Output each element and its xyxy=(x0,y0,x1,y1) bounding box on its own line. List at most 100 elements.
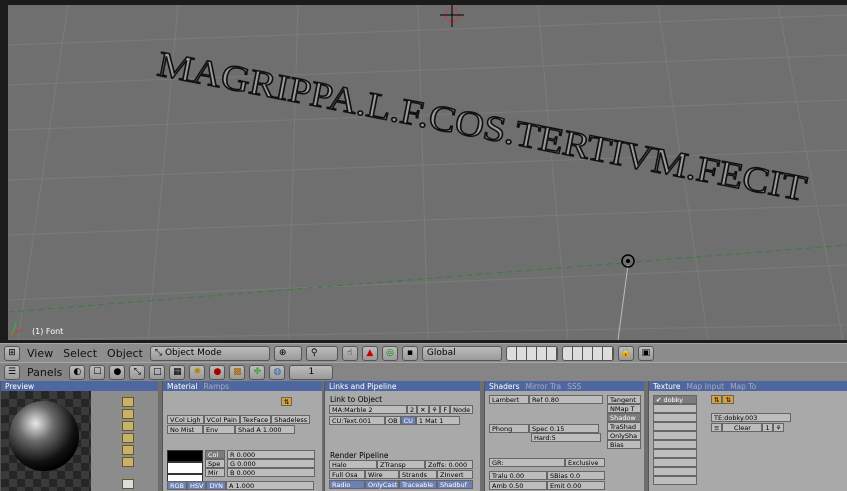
orientation-select[interactable]: Global xyxy=(421,345,502,361)
mir-button[interactable]: Mir xyxy=(205,468,225,477)
onlysha-toggle[interactable]: OnlySha xyxy=(607,431,641,440)
scale-icon[interactable]: ▪ xyxy=(401,345,418,361)
preview-sky-icon[interactable] xyxy=(122,457,134,467)
radio-shading-icon[interactable]: ✤ xyxy=(249,364,266,380)
fake-user-button[interactable]: F xyxy=(440,405,451,414)
shadbuf-toggle[interactable]: Shadbuf xyxy=(437,480,473,489)
3d-viewport[interactable]: MAGRIPPA.L.F.COS.TERTIVM.FECIT (1) Font xyxy=(8,5,847,340)
object-icon[interactable]: ⤡ xyxy=(129,364,146,380)
col-swatch[interactable] xyxy=(167,450,203,462)
ztransp-toggle[interactable]: ZTransp xyxy=(377,460,425,469)
map-input-tab[interactable]: Map Input xyxy=(686,382,724,391)
no-mist-toggle[interactable]: No Mist xyxy=(167,425,203,434)
sbias-slider[interactable]: SBias 0.0 xyxy=(547,471,605,480)
layers-a[interactable] xyxy=(505,345,558,361)
nmap-toggle[interactable]: NMap T xyxy=(607,404,641,413)
wire-toggle[interactable]: Wire xyxy=(365,470,399,479)
browse-texture-icon[interactable]: ≡ xyxy=(711,423,723,432)
sss-tab[interactable]: SSS xyxy=(567,382,581,391)
mirror-transp-tab[interactable]: Mirror Tra xyxy=(525,382,561,391)
mode-select[interactable]: ⤡ Object Mode xyxy=(149,345,270,361)
arrow-up-down-icon[interactable]: ⇅ xyxy=(281,397,293,406)
node-button[interactable]: Node xyxy=(450,405,474,414)
text-object[interactable]: MAGRIPPA.L.F.COS.TERTIVM.FECIT xyxy=(8,5,847,340)
preview-refresh-icon[interactable] xyxy=(122,479,134,489)
translate-icon[interactable]: ▲ xyxy=(361,345,378,361)
spec-slider[interactable]: Spec 0.15 xyxy=(529,424,599,433)
texture-tab[interactable]: Texture xyxy=(653,382,680,391)
texture-slot-2[interactable] xyxy=(653,404,697,413)
specular-shader-select[interactable]: Phong xyxy=(489,424,529,433)
panels-menu[interactable]: Panels xyxy=(24,366,65,379)
subcontext-number[interactable]: 1 xyxy=(289,364,334,380)
preview-sphere-icon[interactable] xyxy=(122,409,134,419)
copy-up-icon[interactable]: ⇅ xyxy=(711,395,723,404)
ref-slider[interactable]: Ref 0.80 xyxy=(529,395,603,404)
layers-b[interactable] xyxy=(561,345,614,361)
script-icon[interactable]: ☐ xyxy=(89,364,106,380)
menu-view[interactable]: View xyxy=(24,347,56,360)
exclusive-toggle[interactable]: Exclusive xyxy=(565,458,605,467)
rotate-icon[interactable]: ◎ xyxy=(381,345,398,361)
clear-button[interactable]: Clear xyxy=(722,423,763,432)
map-to-tab[interactable]: Map To xyxy=(730,382,756,391)
texface-toggle[interactable]: TexFace xyxy=(239,415,272,424)
hsv-toggle[interactable]: HSV xyxy=(187,481,207,490)
edit-icon[interactable]: □ xyxy=(149,364,166,380)
material-users[interactable]: 2 xyxy=(407,405,418,414)
onlycast-toggle[interactable]: OnlyCast xyxy=(365,480,399,489)
halo-toggle[interactable]: Halo xyxy=(329,460,377,469)
scene-icon[interactable]: ▦ xyxy=(169,364,186,380)
preview-cube-icon[interactable] xyxy=(122,421,134,431)
group-field[interactable]: GR: xyxy=(489,458,565,467)
bias-toggle[interactable]: Bias xyxy=(607,440,641,449)
b-slider[interactable]: B 0.000 xyxy=(227,468,315,477)
preview-tab[interactable]: Preview xyxy=(5,382,34,391)
texture-shading-icon[interactable]: ▩ xyxy=(229,364,246,380)
ramps-tab[interactable]: Ramps xyxy=(203,382,229,391)
hard-slider[interactable]: Hard:5 xyxy=(531,433,601,442)
material-shading-icon[interactable]: ● xyxy=(209,364,226,380)
full-osa-toggle[interactable]: Full Osa xyxy=(329,470,365,479)
g-slider[interactable]: G 0.000 xyxy=(227,459,315,468)
vcol-paint-toggle[interactable]: VCol Pain xyxy=(203,415,240,424)
texture-slot-5[interactable] xyxy=(653,431,697,440)
texture-slot-10[interactable] xyxy=(653,476,697,485)
spe-button[interactable]: Spe xyxy=(205,459,225,468)
env-toggle[interactable]: Env xyxy=(203,425,235,434)
cu-toggle[interactable]: CU xyxy=(400,416,416,425)
editor-type-button-2[interactable]: ☰ xyxy=(4,364,20,380)
preview-monkey-icon[interactable] xyxy=(122,433,134,443)
material-name-field[interactable]: MA:Marble 2 xyxy=(329,405,407,414)
traceable-toggle[interactable]: Traceable xyxy=(399,480,437,489)
logic-icon[interactable]: ◐ xyxy=(69,364,86,380)
amb-slider[interactable]: Amb 0.50 xyxy=(489,481,547,490)
menu-object[interactable]: Object xyxy=(104,347,146,360)
shaders-tab[interactable]: Shaders xyxy=(489,382,519,391)
ob-toggle[interactable]: OB xyxy=(385,416,401,425)
alpha-slider[interactable]: A 1.000 xyxy=(225,481,314,490)
strands-button[interactable]: Strands xyxy=(399,470,437,479)
texture-slot-8[interactable] xyxy=(653,458,697,467)
dyn-toggle[interactable]: DYN xyxy=(206,481,226,490)
shadow-toggle[interactable]: Shadow xyxy=(607,413,641,422)
preview-hair-icon[interactable] xyxy=(122,445,134,455)
unlink-icon[interactable]: ✕ xyxy=(417,405,429,414)
texture-slot-3[interactable] xyxy=(653,413,697,422)
world-shading-icon[interactable]: ◍ xyxy=(269,364,286,380)
tralu-slider[interactable]: Tralu 0.00 xyxy=(489,471,547,480)
texture-users[interactable]: 1 xyxy=(762,423,773,432)
pivot-select[interactable]: ⊕ xyxy=(273,345,302,361)
r-slider[interactable]: R 0.000 xyxy=(227,450,315,459)
texture-slot-4[interactable] xyxy=(653,422,697,431)
zinvert-toggle[interactable]: ZInvert xyxy=(437,470,473,479)
fake-user-icon-2[interactable]: ⚘ xyxy=(772,423,785,432)
texture-name-field[interactable]: TE:dobky.003 xyxy=(711,413,791,422)
trashad-toggle[interactable]: TraShad xyxy=(607,422,641,431)
render-icon[interactable]: ▣ xyxy=(637,345,654,361)
mat-index[interactable]: 1 Mat 1 xyxy=(415,416,460,425)
diffuse-shader-select[interactable]: Lambert xyxy=(489,395,529,404)
texture-slot-6[interactable] xyxy=(653,440,697,449)
menu-select[interactable]: Select xyxy=(60,347,100,360)
preview-flat-icon[interactable] xyxy=(122,397,134,407)
